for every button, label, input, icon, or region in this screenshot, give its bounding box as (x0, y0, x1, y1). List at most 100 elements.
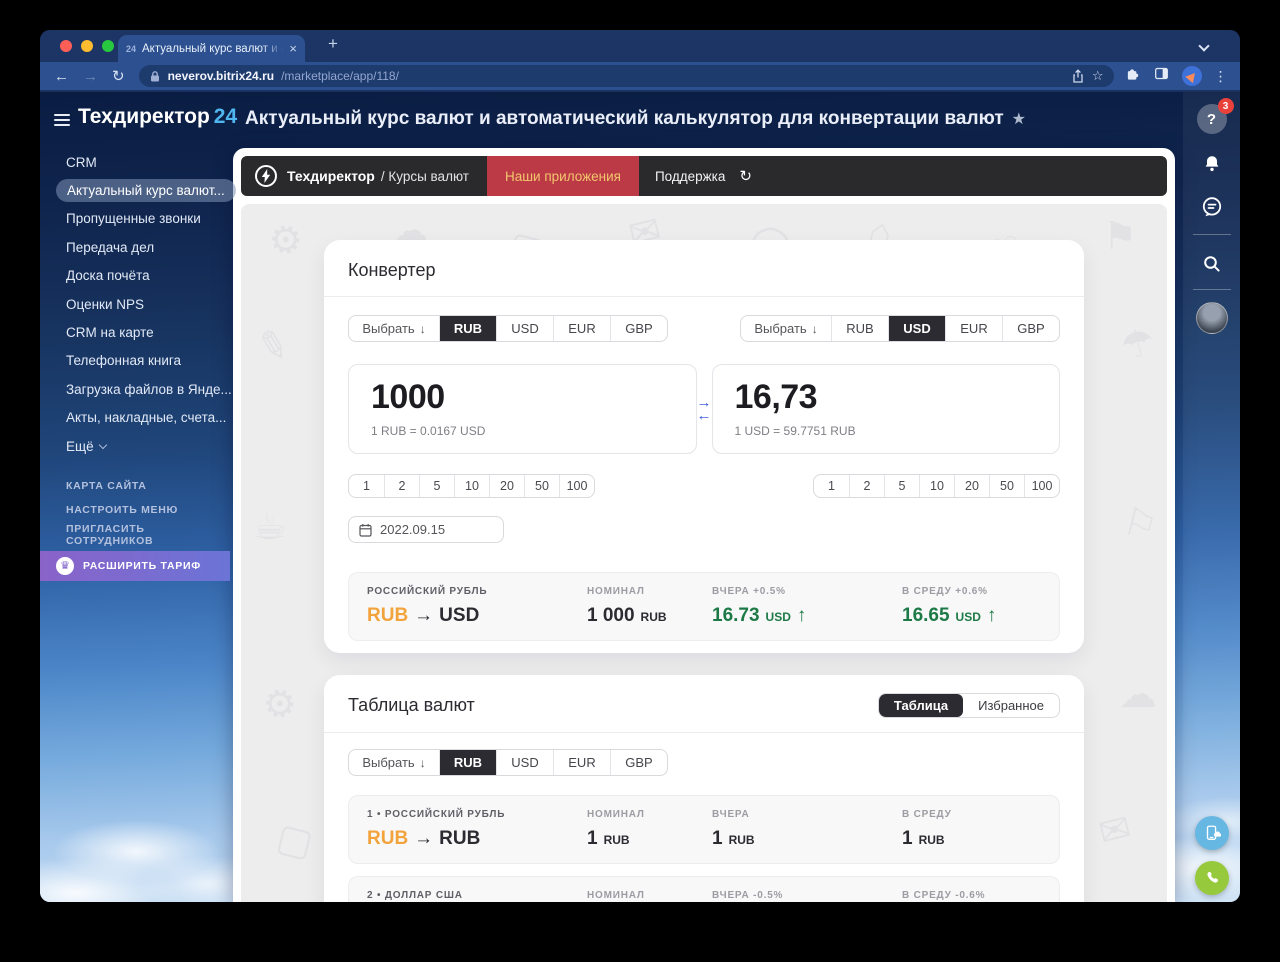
sidebar-item-case-transfer[interactable]: Передача дел (40, 233, 230, 261)
new-tab-button[interactable]: + (328, 34, 338, 54)
favorite-star-icon[interactable]: ★ (1012, 111, 1026, 128)
sidebar-item-crm-map[interactable]: CRM на карте (40, 318, 230, 346)
wednesday-label: В СРЕДУ -0.6% (902, 890, 986, 901)
messenger-icon[interactable] (1199, 194, 1225, 220)
to-currency-tab-rub[interactable]: RUB (831, 316, 888, 341)
support-button[interactable]: Поддержка (655, 169, 725, 184)
browser-menu-icon[interactable]: ⋮ (1214, 68, 1228, 85)
sidebar-item-nps[interactable]: Оценки NPS (40, 290, 230, 318)
app-content: ⚙☁▢✉◯⌂♡⚑✎☂☕⚐⚙☁▢✉ Конвертер Выбрать↓ RUB … (241, 204, 1167, 902)
sidebar-item-more[interactable]: Ещё (40, 432, 230, 460)
extensions-icon[interactable] (1124, 65, 1141, 87)
help-icon: ? (1206, 110, 1217, 128)
mobile-cloud-icon (1206, 825, 1221, 840)
app-refresh-icon[interactable]: ↻ (739, 167, 752, 185)
from-multiplier-group: 1 2 5 10 20 50 100 (348, 474, 595, 498)
multiplier-button[interactable]: 2 (849, 475, 884, 497)
yesterday-label: ВЧЕРА (712, 809, 750, 820)
from-currency-tab-usd[interactable]: USD (496, 316, 553, 341)
configure-menu-link[interactable]: НАСТРОИТЬ МЕНЮ (40, 498, 230, 523)
table-select-dropdown[interactable]: Выбрать ↓ (349, 750, 439, 775)
multiplier-button[interactable]: 50 (989, 475, 1024, 497)
lightning-bolt-icon (255, 165, 277, 187)
search-icon[interactable] (1201, 253, 1223, 275)
view-tab-favorites[interactable]: Избранное (963, 694, 1059, 717)
table-currency-tab-gbp[interactable]: GBP (610, 750, 667, 775)
from-currency-tab-gbp[interactable]: GBP (610, 316, 667, 341)
mobile-app-button[interactable] (1194, 816, 1229, 850)
bookmark-star-icon[interactable]: ☆ (1092, 68, 1104, 84)
to-currency-tab-gbp[interactable]: GBP (1002, 316, 1059, 341)
to-amount-input[interactable]: 16,73 1 USD = 59.7751 RUB (711, 364, 1060, 454)
multiplier-button[interactable]: 2 (384, 475, 419, 497)
sidebar-item-yandex-upload[interactable]: Загрузка файлов в Янде... (40, 375, 232, 403)
pattern-glyph: ✉ (1094, 806, 1136, 856)
swap-currencies-icon[interactable]: → ← (697, 395, 712, 423)
multiplier-button[interactable]: 5 (884, 475, 919, 497)
telephony-button[interactable] (1194, 861, 1229, 895)
address-bar[interactable]: neverov.bitrix24.ru/marketplace/app/118/… (138, 65, 1114, 87)
to-select-dropdown[interactable]: Выбрать ↓ (741, 316, 831, 341)
multiplier-button[interactable]: 10 (919, 475, 954, 497)
browser-profile-avatar[interactable] (1181, 66, 1202, 86)
calendar-icon (359, 523, 372, 537)
upgrade-plan-button[interactable]: ♛ РАСШИРИТЬ ТАРИФ (40, 550, 230, 581)
reload-button[interactable]: ↻ (112, 67, 125, 85)
help-button[interactable]: ? 3 (1196, 98, 1234, 134)
table-currency-tab-rub[interactable]: RUB (439, 750, 496, 775)
from-amount-input[interactable]: 1000 1 RUB = 0.0167 USD (348, 364, 697, 454)
pattern-glyph: ▢ (272, 816, 318, 866)
currency-table-card: Таблица валют Таблица Избранное Выбрать ↓… (324, 675, 1084, 902)
sidebar-item-missed-calls[interactable]: Пропущенные звонки (40, 205, 230, 233)
close-window-button[interactable] (60, 40, 72, 52)
notifications-bell-icon[interactable] (1200, 152, 1224, 176)
from-currency-tab-eur[interactable]: EUR (553, 316, 610, 341)
side-panel-icon[interactable] (1153, 65, 1170, 87)
sidebar-item-documents[interactable]: Акты, накладные, счета... (40, 404, 230, 432)
zoom-window-button[interactable] (102, 40, 114, 52)
invite-employees-link[interactable]: ПРИГЛАСИТЬ СОТРУДНИКОВ (40, 522, 230, 547)
sidebar-item-phonebook[interactable]: Телефонная книга (40, 347, 230, 375)
multiplier-button[interactable]: 50 (524, 475, 559, 497)
multiplier-button[interactable]: 5 (419, 475, 454, 497)
wednesday-value: 16.65 USD ↑ (902, 605, 997, 626)
view-tab-table[interactable]: Таблица (878, 694, 964, 717)
multiplier-button[interactable]: 20 (954, 475, 989, 497)
date-picker[interactable]: 2022.09.15 (348, 516, 504, 543)
table-row: 2 • ДОЛЛАР США НОМИНАЛ ВЧЕРА -0.5% В СРЕ… (348, 876, 1060, 902)
close-tab-icon[interactable]: × (289, 41, 297, 56)
from-select-dropdown[interactable]: Выбрать ↓ (349, 316, 439, 341)
table-row: 1 • РОССИЙСКИЙ РУБЛЬ RUB → RUB НОМИНАЛ 1… (348, 795, 1060, 864)
user-avatar[interactable] (1195, 302, 1228, 334)
browser-tab-active[interactable]: 24 Актуальный курс валют и авт × (118, 35, 305, 62)
sidebar-item-currency-rates[interactable]: Актуальный курс валют... (40, 176, 236, 204)
tab-title: Актуальный курс валют и авт (142, 42, 284, 55)
table-currency-tab-usd[interactable]: USD (496, 750, 553, 775)
forward-button[interactable]: → (83, 68, 98, 85)
multiplier-button[interactable]: 10 (454, 475, 489, 497)
sidebar-item-honor-board[interactable]: Доска почёта (40, 262, 230, 290)
multiplier-button[interactable]: 100 (1024, 475, 1059, 497)
sitemap-link[interactable]: КАРТА САЙТА (40, 473, 230, 498)
to-currency-tab-usd[interactable]: USD (888, 316, 945, 341)
hamburger-menu-icon[interactable] (54, 114, 70, 126)
portal-logo[interactable]: Техдиректор 24 (78, 105, 237, 129)
pattern-glyph: ⚐ (1118, 500, 1162, 550)
minimize-window-button[interactable] (81, 40, 93, 52)
table-title: Таблица валют (348, 695, 475, 715)
arrow-up-icon: ↑ (796, 605, 807, 626)
wednesday-label: В СРЕДУ +0.6% (902, 586, 988, 597)
sidebar-item-crm[interactable]: CRM (40, 148, 230, 176)
multiplier-button[interactable]: 20 (489, 475, 524, 497)
to-currency-tab-eur[interactable]: EUR (945, 316, 1002, 341)
table-currency-tab-eur[interactable]: EUR (553, 750, 610, 775)
from-currency-tab-rub[interactable]: RUB (439, 316, 496, 341)
multiplier-button[interactable]: 1 (349, 475, 384, 497)
our-apps-button[interactable]: Наши приложения (486, 156, 639, 196)
multiplier-button[interactable]: 1 (814, 475, 849, 497)
pattern-glyph: ⚑ (1103, 216, 1138, 258)
back-button[interactable]: ← (54, 68, 69, 85)
tab-search-chevron-icon[interactable] (1198, 40, 1210, 52)
share-icon[interactable] (1071, 68, 1085, 84)
multiplier-button[interactable]: 100 (559, 475, 594, 497)
